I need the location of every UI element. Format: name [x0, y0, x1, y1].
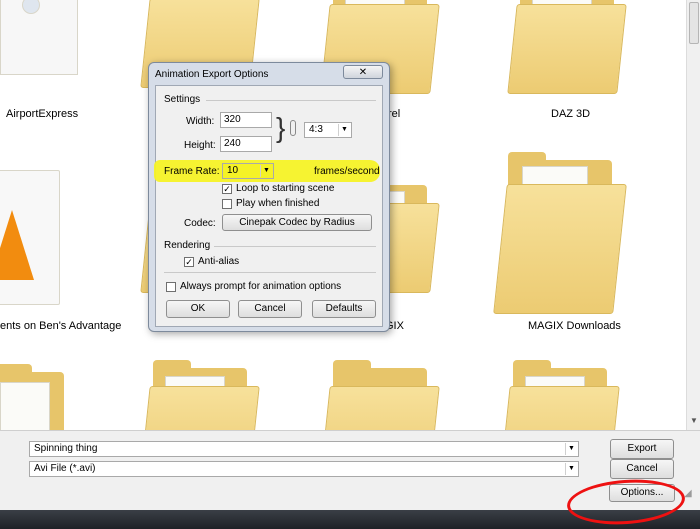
framerate-units: frames/second: [314, 166, 380, 177]
folder-label: DAZ 3D: [551, 108, 591, 120]
width-input[interactable]: 320: [220, 112, 272, 128]
filetype-combo[interactable]: Avi File (*.avi) ▼: [29, 461, 579, 477]
folder-label: ents on Ben's Advantage: [0, 320, 122, 332]
dialog-title: Animation Export Options: [155, 69, 269, 80]
loop-label: Loop to starting scene: [236, 183, 335, 194]
chevron-down-icon[interactable]: ▼: [338, 124, 350, 136]
folder-airportexpress[interactable]: [0, 0, 86, 90]
height-label: Height:: [184, 140, 216, 151]
rendering-heading: Rendering: [164, 240, 211, 251]
divider: [214, 246, 376, 247]
settings-heading: Settings: [164, 94, 201, 105]
scroll-down-icon[interactable]: ▼: [689, 416, 699, 426]
ok-button[interactable]: OK: [166, 300, 230, 318]
export-button[interactable]: Export: [610, 439, 674, 459]
scroll-thumb[interactable]: [689, 2, 699, 44]
filetype-value: Avi File (*.avi): [34, 463, 96, 474]
divider: [206, 100, 376, 101]
cancel-button[interactable]: Cancel: [238, 300, 302, 318]
chevron-down-icon[interactable]: ▼: [260, 165, 272, 177]
filename-value: Spinning thing: [34, 443, 98, 454]
height-input[interactable]: 240: [220, 136, 272, 152]
bracket-icon: }: [276, 112, 286, 143]
animation-export-dialog: Animation Export Options ✕ Settings Widt…: [148, 62, 390, 332]
close-button[interactable]: ✕: [343, 65, 383, 79]
antialias-label: Anti-alias: [198, 256, 240, 267]
always-prompt-label: Always prompt for animation options: [180, 281, 342, 292]
chevron-down-icon[interactable]: ▼: [565, 463, 577, 475]
antialias-checkbox[interactable]: ✓: [184, 257, 194, 267]
folder-icon[interactable]: [140, 360, 260, 430]
framerate-select[interactable]: 10 ▼: [222, 163, 274, 179]
always-prompt-checkbox[interactable]: [166, 282, 176, 292]
resize-grip-icon[interactable]: ◢: [684, 488, 696, 500]
folder-icon[interactable]: [0, 364, 66, 430]
chevron-down-icon[interactable]: ▼: [565, 443, 577, 455]
dialog-body: Settings Width: 320 Height: 240 } 4:3 ▼ …: [154, 85, 383, 327]
folder-daz-3d[interactable]: [507, 0, 627, 94]
folder-magix-downloads[interactable]: [493, 152, 627, 314]
folder-label: MAGIX Downloads: [528, 320, 621, 332]
aspect-ratio-value: 4:3: [309, 124, 323, 135]
folder-vlc[interactable]: [0, 170, 70, 310]
codec-button[interactable]: Cinepak Codec by Radius: [222, 214, 372, 231]
aspect-ratio-select[interactable]: 4:3 ▼: [304, 122, 352, 138]
vertical-scrollbar[interactable]: ▼: [686, 0, 700, 430]
folder-icon[interactable]: [500, 360, 620, 430]
filename-combo[interactable]: Spinning thing ▼: [29, 441, 579, 457]
close-icon: ✕: [358, 67, 368, 78]
divider: [164, 272, 376, 273]
folder-label: AirportExpress: [6, 108, 79, 120]
link-icon[interactable]: [290, 120, 296, 136]
cancel-export-button[interactable]: Cancel: [610, 459, 674, 479]
framerate-label: Frame Rate:: [164, 166, 220, 177]
play-checkbox[interactable]: [222, 199, 232, 209]
codec-label: Codec:: [184, 218, 216, 229]
folder-icon[interactable]: [320, 360, 440, 430]
loop-checkbox[interactable]: ✓: [222, 184, 232, 194]
play-label: Play when finished: [236, 198, 320, 209]
width-label: Width:: [186, 116, 215, 127]
framerate-value: 10: [227, 165, 239, 176]
defaults-button[interactable]: Defaults: [312, 300, 376, 318]
